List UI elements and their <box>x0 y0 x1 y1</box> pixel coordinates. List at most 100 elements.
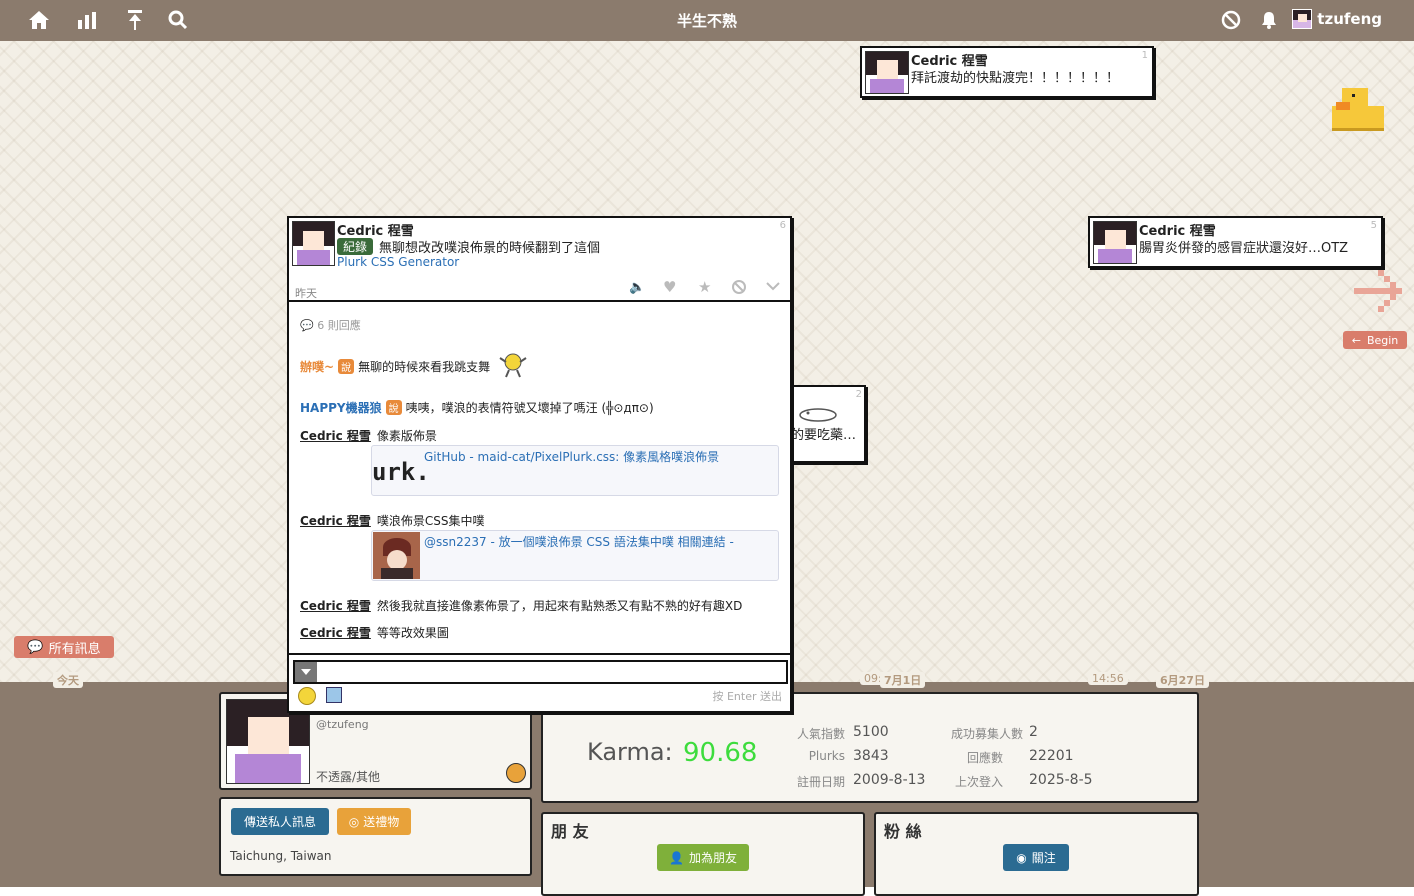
link-preview-card[interactable]: @ssn2237 - 放一個噗浪佈景 CSS 語法集中噗 相關連結 - <box>371 530 779 581</box>
friends-card: 朋 友 👤 加為朋友 <box>541 812 865 896</box>
recruit-value: 2 <box>1029 724 1038 740</box>
like-heart-icon[interactable]: ♥ <box>663 278 676 296</box>
chevron-down-icon[interactable] <box>765 279 781 296</box>
avatar <box>1093 221 1137 264</box>
link-preview-card[interactable]: urk. GitHub - maid-cat/PixelPlurk.css: 像… <box>371 445 779 496</box>
duck-mascot-icon[interactable] <box>1330 84 1386 134</box>
relationship-status: 不透露/其他 <box>316 770 381 784</box>
plurk-bubble[interactable]: Cedric 程雪 腸胃炎併發的感冒症狀還沒好…OTZ 5 <box>1088 216 1383 268</box>
replies-label: 回應數 <box>966 751 1003 765</box>
response-author[interactable]: 辦噗~ <box>300 358 334 375</box>
response-input[interactable] <box>293 660 788 684</box>
eye-icon: ◉ <box>1016 850 1027 865</box>
response-count: 2 <box>855 389 862 400</box>
chat-bubbles-icon: 💬 <box>27 639 44 655</box>
link-thumbnail-image <box>373 532 420 579</box>
plurks-label: Plurks <box>808 749 845 763</box>
plurk-text: 腸胃炎併發的感冒症狀還沒好…OTZ <box>1139 241 1349 256</box>
home-icon[interactable] <box>27 8 51 32</box>
response-author[interactable]: Cedric 程雪 <box>300 512 371 529</box>
image-upload-icon[interactable] <box>326 687 342 703</box>
avatar[interactable] <box>292 221 335 266</box>
all-messages-button[interactable]: 💬 所有訊息 <box>14 636 114 658</box>
user-menu[interactable]: tzufeng <box>1292 9 1382 29</box>
profile-actions-card: 傳送私人訊息 ◎ 送禮物 Taichung, Taiwan <box>219 797 532 876</box>
stats-icon[interactable] <box>75 8 99 32</box>
recruit-label: 成功募集人數 <box>950 727 1023 741</box>
begin-button[interactable]: ← Begin <box>1343 331 1407 349</box>
plurk-bubble[interactable]: 的要吃藥… 2 <box>786 385 866 463</box>
divider <box>289 653 790 655</box>
responses-count: 💬 6 則回應 <box>300 317 361 333</box>
input-hint: 按 Enter 送出 <box>712 690 782 703</box>
qualifier-badge: 紀錄 <box>337 238 374 255</box>
qualifier-badge: 說 <box>338 359 355 374</box>
popularity-label: 人氣指數 <box>796 727 845 741</box>
plurk-time: 昨天 <box>295 287 317 300</box>
profile-location: Taichung, Taiwan <box>230 849 332 863</box>
response-text: 噗浪佈景CSS集中噗 <box>376 514 485 528</box>
username: tzufeng <box>1317 10 1382 28</box>
mute-icon[interactable]: 🔈 <box>629 280 647 296</box>
emoticon-icon[interactable] <box>298 687 316 705</box>
divider <box>289 300 790 302</box>
send-gift-button[interactable]: ◎ 送禮物 <box>337 808 411 835</box>
qualifier-badge: 說 <box>385 400 402 415</box>
link-thumbnail: urk. <box>372 458 430 486</box>
plurk-coin-icon[interactable] <box>1219 8 1243 32</box>
karma-badge-icon[interactable] <box>506 763 526 783</box>
response-count: 5 <box>1370 220 1377 231</box>
karma-value: 90.68 <box>683 738 758 768</box>
arrow-left-icon: ← <box>1351 333 1361 347</box>
response-text: 像素版佈景 <box>376 429 437 443</box>
dancing-emoticon-icon <box>496 352 530 381</box>
response-item: Cedric 程雪 等等改效果圖 <box>300 624 449 641</box>
response-text: 咦咦，噗浪的表情符號又壞掉了嗎汪 (╬⊙дπ⊙) <box>405 401 654 415</box>
notification-bell-icon[interactable] <box>1257 8 1281 32</box>
response-author[interactable]: Cedric 程雪 <box>300 597 371 614</box>
response-item: HAPPY機器狼 說 咦咦，噗浪的表情符號又壞掉了嗎汪 (╬⊙дπ⊙) <box>300 399 654 416</box>
arrow-right-icon[interactable] <box>1352 268 1408 316</box>
replies-value: 22201 <box>1029 748 1074 764</box>
follow-button[interactable]: ◉ 關注 <box>1003 844 1069 871</box>
favorite-star-icon[interactable]: ★ <box>698 278 711 296</box>
plurk-text: 的要吃藥… <box>791 428 857 443</box>
add-friend-button[interactable]: 👤 加為朋友 <box>657 844 749 871</box>
replurk-icon[interactable] <box>731 279 747 298</box>
begin-label: Begin <box>1366 333 1399 347</box>
seal-emoticon-icon <box>798 405 842 426</box>
plurk-bubble[interactable]: Cedric 程雪 拜託渡劫的快點渡完！！！！！！！ 1 <box>860 46 1154 98</box>
popularity-value: 5100 <box>853 724 889 740</box>
page-title: 半生不熟 <box>676 12 737 30</box>
response-text: 無聊的時候來看我跳支舞 <box>358 360 491 374</box>
plurk-link[interactable]: Plurk CSS Generator <box>337 255 459 269</box>
user-avatar <box>1292 9 1313 29</box>
send-private-message-button[interactable]: 傳送私人訊息 <box>231 808 329 835</box>
response-item: Cedric 程雪 然後我就直接進像素佈景了，用起來有點熟悉又有點不熟的好有趣X… <box>300 597 742 614</box>
date-marker: 7月1日 <box>880 672 926 688</box>
fans-card: 粉 絲 ◉ 關注 <box>874 812 1199 896</box>
response-text: 等等改效果圖 <box>376 626 449 640</box>
response-count: 1 <box>1141 50 1148 61</box>
response-author[interactable]: Cedric 程雪 <box>300 624 371 641</box>
user-icon: 👤 <box>669 850 684 865</box>
follow-label: 關注 <box>1031 851 1056 865</box>
expanded-plurk: Cedric 程雪 紀錄 無聊想改改噗浪佈景的時候翻到了這個 Plurk CSS… <box>287 216 792 713</box>
response-author[interactable]: Cedric 程雪 <box>300 427 371 444</box>
pin-icon[interactable] <box>123 8 147 32</box>
link-preview-text: @ssn2237 - 放一個噗浪佈景 CSS 語法集中噗 相關連結 - <box>424 535 734 549</box>
time-marker: 14:56 <box>1088 672 1128 685</box>
plurk-text: 無聊想改改噗浪佈景的時候翻到了這個 <box>379 241 601 256</box>
send-gift-label: 送禮物 <box>363 815 400 829</box>
response-author[interactable]: HAPPY機器狼 <box>300 399 382 416</box>
qualifier-dropdown[interactable] <box>295 662 317 682</box>
search-icon[interactable] <box>166 8 190 32</box>
friends-title: 朋 友 <box>551 822 589 841</box>
response-item: Cedric 程雪 像素版佈景 <box>300 427 437 444</box>
plurks-value: 3843 <box>853 748 889 764</box>
all-messages-label: 所有訊息 <box>48 641 101 657</box>
response-count: 6 <box>779 220 786 231</box>
last-login-label: 上次登入 <box>954 775 1003 789</box>
today-marker: 今天 <box>53 672 83 688</box>
comment-icon: 💬 <box>300 319 314 332</box>
